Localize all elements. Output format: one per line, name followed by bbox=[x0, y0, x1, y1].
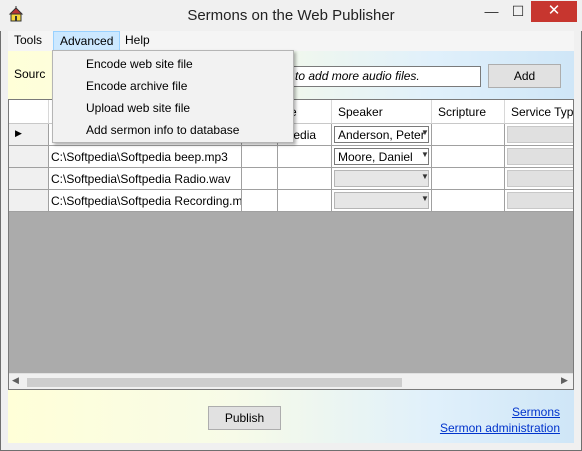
cell-scripture[interactable] bbox=[432, 168, 505, 190]
source-label: Sourc bbox=[14, 67, 46, 81]
cell-title[interactable] bbox=[278, 146, 332, 168]
service-type-cell[interactable] bbox=[505, 190, 573, 212]
publish-button[interactable]: Publish bbox=[208, 406, 281, 430]
menu-item-encode-web-site-file[interactable]: Encode web site file bbox=[86, 57, 193, 71]
menu-item-upload-web-site-file[interactable]: Upload web site file bbox=[86, 101, 190, 115]
chevron-down-icon: ▼ bbox=[421, 128, 429, 137]
row-header[interactable]: ▶ bbox=[9, 124, 49, 146]
minimize-button[interactable]: — bbox=[478, 1, 505, 22]
sermon-administration-link[interactable]: Sermon administration bbox=[420, 421, 560, 435]
cell-blank[interactable] bbox=[242, 190, 278, 212]
service-type-cell[interactable] bbox=[505, 124, 573, 146]
column-header-speaker[interactable]: Speaker bbox=[332, 100, 432, 124]
scroll-right-icon[interactable]: ▶ bbox=[561, 375, 573, 386]
advanced-menu-dropdown: Encode web site file Encode archive file… bbox=[52, 50, 294, 143]
speaker-value bbox=[334, 170, 429, 187]
row-header[interactable] bbox=[9, 168, 49, 190]
maximize-button[interactable]: ☐ bbox=[505, 1, 531, 22]
service-type-cell[interactable] bbox=[505, 146, 573, 168]
speaker-combo[interactable]: Moore, Daniel ▼ bbox=[332, 146, 432, 168]
close-button[interactable]: ✕ bbox=[531, 1, 577, 22]
horizontal-scrollbar[interactable]: ◀ ▶ bbox=[9, 373, 573, 389]
row-header[interactable] bbox=[9, 190, 49, 212]
grid-corner-header bbox=[9, 100, 49, 124]
cell-file[interactable]: C:\Softpedia\Softpedia beep.mp3 bbox=[49, 146, 242, 168]
speaker-combo[interactable]: ▼ bbox=[332, 168, 432, 190]
menu-bar: Tools Advanced Help bbox=[8, 31, 574, 51]
chevron-down-icon: ▼ bbox=[421, 150, 429, 159]
menu-item-add-sermon-info[interactable]: Add sermon info to database bbox=[86, 123, 239, 137]
sermons-link[interactable]: Sermons bbox=[470, 405, 560, 419]
cell-scripture[interactable] bbox=[432, 190, 505, 212]
row-header[interactable] bbox=[9, 146, 49, 168]
speaker-combo[interactable]: ▼ bbox=[332, 190, 432, 212]
cell-title[interactable] bbox=[278, 168, 332, 190]
column-header-scripture[interactable]: Scripture bbox=[432, 100, 505, 124]
scroll-left-icon[interactable]: ◀ bbox=[12, 375, 24, 386]
chevron-down-icon: ▼ bbox=[421, 172, 429, 181]
speaker-value: Anderson, Peter bbox=[334, 126, 429, 143]
service-type-cell[interactable] bbox=[505, 168, 573, 190]
column-header-service-type[interactable]: Service Type bbox=[505, 100, 573, 124]
menu-tools[interactable]: Tools bbox=[8, 31, 48, 51]
cell-blank[interactable] bbox=[242, 146, 278, 168]
current-row-arrow-icon: ▶ bbox=[15, 128, 22, 138]
speaker-combo[interactable]: Anderson, Peter ▼ bbox=[332, 124, 432, 146]
menu-item-encode-archive-file[interactable]: Encode archive file bbox=[86, 79, 187, 93]
speaker-value bbox=[334, 192, 429, 209]
scrollbar-thumb[interactable] bbox=[27, 378, 402, 387]
menu-advanced[interactable]: Advanced bbox=[53, 31, 121, 51]
cell-blank[interactable] bbox=[242, 168, 278, 190]
cell-file[interactable]: C:\Softpedia\Softpedia Radio.wav bbox=[49, 168, 242, 190]
chevron-down-icon: ▼ bbox=[421, 194, 429, 203]
speaker-value: Moore, Daniel bbox=[334, 148, 429, 165]
cell-scripture[interactable] bbox=[432, 146, 505, 168]
menu-help[interactable]: Help bbox=[119, 31, 156, 51]
title-bar: Sermons on the Web Publisher — ☐ ✕ bbox=[0, 0, 582, 31]
cell-scripture[interactable] bbox=[432, 124, 505, 146]
source-file-input[interactable]: to add more audio files. bbox=[278, 66, 481, 87]
add-button[interactable]: Add bbox=[488, 64, 561, 88]
cell-file[interactable]: C:\Softpedia\Softpedia Recording.mp3 bbox=[49, 190, 242, 212]
cell-title[interactable] bbox=[278, 190, 332, 212]
